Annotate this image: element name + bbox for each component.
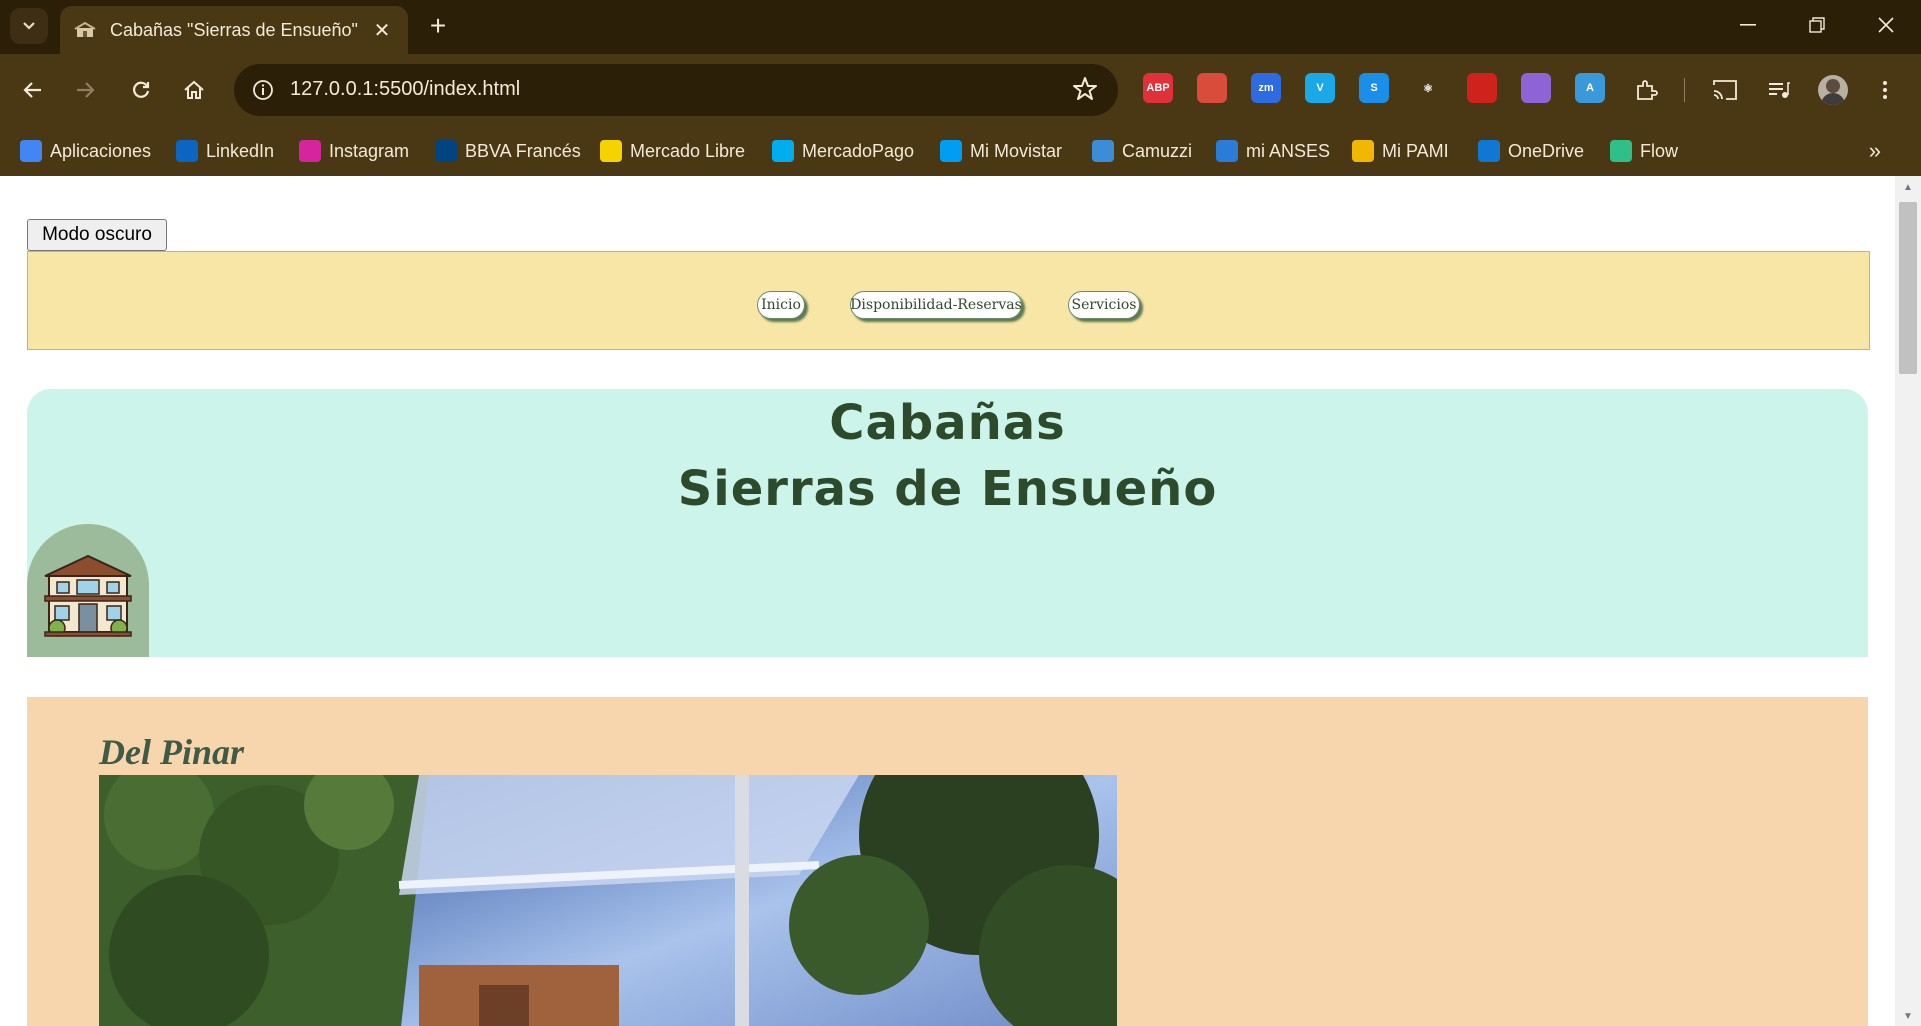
hero-header: Cabañas Sierras de Ensueño [27, 389, 1868, 657]
bookmark-label: Mi PAMI [1382, 140, 1449, 161]
movistar-icon [940, 140, 962, 162]
bookmark-label: Aplicaciones [50, 140, 152, 161]
tab-strip: Cabañas "Sierras de Ensueño" ✕ + [0, 0, 1921, 54]
vimeo-icon[interactable]: V [1305, 73, 1335, 103]
cabin-photo [99, 775, 1117, 1026]
bookmark-label: Camuzzi [1122, 140, 1193, 161]
gallery-icon[interactable] [1197, 73, 1227, 103]
mercadolibre-icon [600, 140, 622, 162]
hero-title-line2: Sierras de Ensueño [677, 461, 1218, 517]
card-title: Del Pinar [99, 732, 245, 772]
new-tab-button[interactable]: + [422, 10, 454, 42]
bookmark-star-icon[interactable] [1072, 76, 1098, 107]
bookmark-mi-anses[interactable]: mi ANSES [1216, 138, 1330, 164]
tab-search-button[interactable] [10, 8, 48, 44]
active-tab[interactable]: Cabañas "Sierras de Ensueño" ✕ [60, 6, 408, 54]
bookmarks-overflow-icon[interactable]: » [1869, 138, 1881, 164]
minimize-icon[interactable] [1714, 0, 1782, 50]
browser-toolbar: 127.0.0.1:5500/index.html ABP zm V S ⚛ A [0, 54, 1921, 126]
apps-grid-icon [20, 140, 42, 162]
bookmark-label: Mercado Libre [630, 140, 746, 161]
close-tab-icon[interactable]: ✕ [370, 18, 394, 43]
toolbar-divider [1684, 78, 1685, 102]
bookmark-mercadopago[interactable]: MercadoPago [772, 138, 914, 164]
logo [27, 524, 149, 657]
address-bar[interactable]: 127.0.0.1:5500/index.html [234, 64, 1118, 116]
home-icon [184, 80, 204, 99]
bookmark-mi-movistar[interactable]: Mi Movistar [940, 138, 1062, 164]
flow-icon [1610, 140, 1632, 162]
site-nav: Inicio Disponibilidad-Reservas Servicios [27, 251, 1870, 350]
bookmark-label: Instagram [329, 140, 410, 161]
bookmark-onedrive[interactable]: OneDrive [1478, 138, 1584, 164]
url-text: 127.0.0.1:5500/index.html [290, 78, 521, 100]
scroll-thumb[interactable] [1899, 202, 1917, 374]
chevron-down-icon [23, 22, 35, 30]
avatar[interactable] [1814, 71, 1852, 109]
bookmark-label: Flow [1640, 140, 1679, 161]
bookmark-label: mi ANSES [1246, 140, 1331, 161]
nav-disponibilidad-link[interactable]: Disponibilidad-Reservas [850, 291, 1022, 319]
translate-icon[interactable]: A [1575, 73, 1605, 103]
bookmark-label: BBVA Francés [465, 140, 581, 161]
linkedin-icon [176, 140, 198, 162]
bookmark-label: Mi Movistar [970, 140, 1063, 161]
cabin-logo-icon [44, 554, 132, 637]
vertical-scrollbar[interactable]: ▲ ▼ [1895, 176, 1921, 1026]
arrow-right-icon [77, 82, 95, 98]
anses-icon [1216, 140, 1238, 162]
tab-title: Cabañas "Sierras de Ensueño" [110, 19, 358, 40]
bookmark-mercado-libre[interactable]: Mercado Libre [600, 138, 745, 164]
pdf-icon[interactable] [1467, 73, 1497, 103]
onedrive-icon [1478, 140, 1500, 162]
cast-icon[interactable] [1706, 71, 1744, 109]
bookmarks-bar: Aplicaciones LinkedIn Instagram BBVA Francé… [0, 126, 1921, 176]
reload-button[interactable] [122, 71, 160, 109]
mercadopago-icon [772, 140, 794, 162]
bookmark-flow[interactable]: Flow [1610, 138, 1678, 164]
cabin-card: Del Pinar [27, 697, 1868, 1026]
zoom-icon[interactable]: zm [1251, 73, 1281, 103]
reload-icon [133, 81, 150, 98]
nav-servicios-link[interactable]: Servicios [1068, 291, 1140, 319]
bookmark-mi-pami[interactable]: Mi PAMI [1352, 138, 1449, 164]
scroll-up-arrow-icon[interactable]: ▲ [1903, 182, 1913, 193]
home-button[interactable] [175, 71, 213, 109]
dark-mode-button[interactable]: Modo oscuro [27, 219, 167, 251]
site-info-icon[interactable] [246, 73, 280, 107]
arrow-left-icon [23, 82, 41, 98]
camuzzi-icon [1092, 140, 1114, 162]
page-viewport: Modo oscuro Inicio Disponibilidad-Reserv… [0, 176, 1895, 1026]
react-icon[interactable]: ⚛ [1413, 73, 1443, 103]
bookmark-linkedin[interactable]: LinkedIn [176, 138, 274, 164]
bookmark-label: LinkedIn [206, 140, 275, 161]
pami-icon [1352, 140, 1374, 162]
forward-button[interactable] [66, 71, 104, 109]
shazam-icon[interactable]: S [1359, 73, 1389, 103]
close-window-icon[interactable] [1852, 0, 1920, 50]
bookmark-aplicaciones[interactable]: Aplicaciones [20, 138, 151, 164]
bookmark-camuzzi[interactable]: Camuzzi [1092, 138, 1192, 164]
restore-icon[interactable] [1783, 0, 1851, 50]
bookmark-label: MercadoPago [802, 140, 915, 161]
media-queue-icon[interactable] [1760, 71, 1798, 109]
drop-icon[interactable] [1521, 73, 1551, 103]
abp-icon[interactable]: ABP [1143, 73, 1173, 103]
scroll-down-arrow-icon[interactable]: ▼ [1903, 1011, 1913, 1022]
bookmark-instagram[interactable]: Instagram [299, 138, 409, 164]
hero-title-line1: Cabañas [829, 395, 1066, 451]
cabin-favicon-icon [74, 22, 96, 38]
bookmark-label: OneDrive [1508, 140, 1585, 161]
bookmark-bbva-franc-s[interactable]: BBVA Francés [435, 138, 581, 164]
extensions-puzzle-icon[interactable] [1627, 71, 1665, 109]
back-button[interactable] [14, 71, 52, 109]
bbva-icon [435, 140, 457, 162]
instagram-icon [299, 140, 321, 162]
nav-inicio-link[interactable]: Inicio [757, 291, 805, 319]
more-vertical-icon[interactable] [1866, 71, 1904, 109]
